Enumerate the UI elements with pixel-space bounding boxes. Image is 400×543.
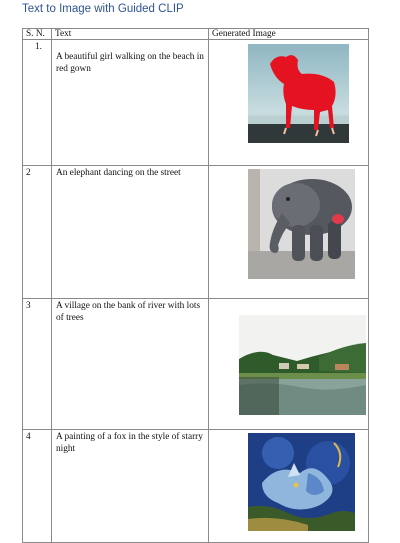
prompt-cell: An elephant dancing on the street [51, 165, 209, 299]
prompt-text: A village on the bank of river with lots… [56, 301, 201, 323]
header-image: Generated Image [208, 28, 369, 40]
generated-image [239, 315, 366, 415]
serial-number-cell: 2 [22, 165, 52, 299]
image-cell [208, 165, 369, 299]
prompt-text: An elephant dancing on the street [56, 168, 181, 178]
serial-number-cell: 4 [22, 429, 52, 543]
prompt-text: A beautiful girl walking on the beach in… [56, 52, 204, 74]
serial-number: 2 [26, 168, 31, 178]
serial-number-cell: 3 [22, 298, 52, 430]
generated-image [248, 433, 355, 531]
generated-image [248, 44, 349, 143]
header-sn: S. N. [22, 28, 52, 40]
serial-number: 3 [26, 301, 31, 311]
prompt-cell: A painting of a fox in the style of star… [51, 429, 209, 543]
image-cell [208, 298, 369, 430]
results-table: S. N. Text Generated Image 1. A beautifu… [22, 28, 369, 543]
table-row: 4 A painting of a fox in the style of st… [22, 429, 369, 543]
prompt-text: A painting of a fox in the style of star… [56, 432, 203, 454]
serial-number: 1. [35, 42, 42, 52]
prompt-cell: A beautiful girl walking on the beach in… [51, 39, 209, 166]
table-row: 3 A village on the bank of river with lo… [22, 298, 369, 430]
prompt-cell: A village on the bank of river with lots… [51, 298, 209, 430]
generated-image [248, 169, 355, 279]
header-text: Text [51, 28, 209, 40]
table-row: 2 An elephant dancing on the street [22, 165, 369, 299]
table-row: 1. A beautiful girl walking on the beach… [22, 39, 369, 166]
document-heading: Text to Image with Guided CLIP [22, 3, 184, 15]
header-row: S. N. Text Generated Image [22, 28, 369, 40]
image-cell [208, 429, 369, 543]
serial-number: 4 [26, 432, 31, 442]
image-cell [208, 39, 369, 166]
serial-number-cell: 1. [22, 39, 52, 166]
